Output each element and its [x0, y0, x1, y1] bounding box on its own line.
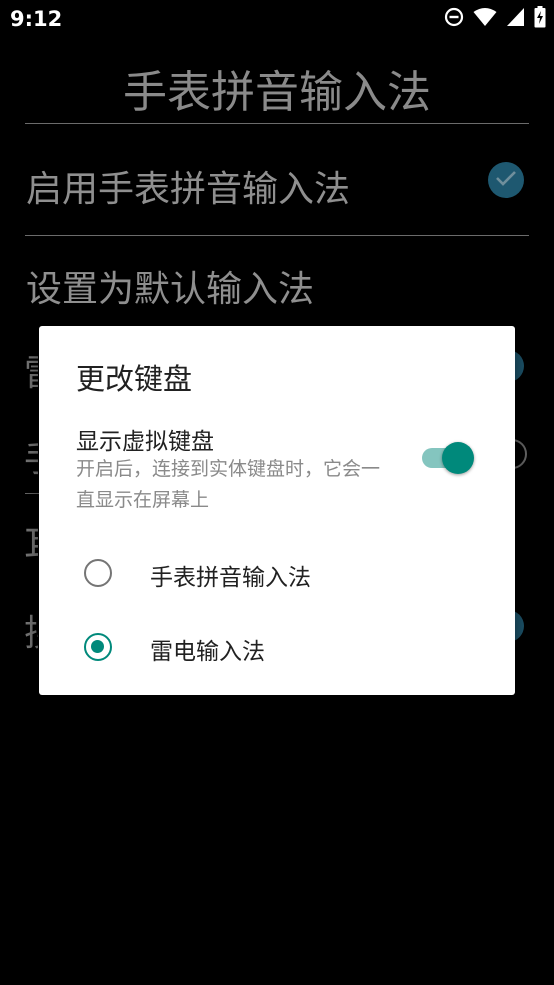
setting-set-default-label: 设置为默认输入法	[26, 269, 315, 310]
status-bar: 9:12	[0, 0, 554, 38]
hidden-setting-row: 雷	[24, 344, 38, 396]
virtual-keyboard-label: 显示虚拟键盘	[76, 429, 214, 455]
do-not-disturb-icon	[444, 7, 464, 31]
keyboard-option-leidian[interactable]: 雷电输入法	[39, 616, 515, 686]
setting-enable-ime-label: 启用手表拼音输入法	[26, 169, 351, 210]
status-icons	[444, 6, 546, 32]
cell-signal-icon	[506, 7, 525, 31]
status-time: 9:12	[10, 7, 63, 31]
enable-ime-checkbox[interactable]	[488, 162, 524, 198]
app-title: 手表拼音输入法	[123, 67, 431, 118]
hidden-setting-row: 手	[24, 430, 38, 482]
checkmark-icon	[495, 169, 517, 191]
radio-button-checked[interactable]	[84, 633, 112, 661]
setting-enable-ime[interactable]: 启用手表拼音输入法	[26, 160, 350, 212]
hidden-setting-row: 耳	[24, 516, 38, 568]
keyboard-option-watch-pinyin[interactable]: 手表拼音输入法	[39, 542, 515, 612]
radio-button-unchecked[interactable]	[84, 559, 112, 587]
keyboard-option-label: 雷电输入法	[150, 639, 265, 665]
divider	[25, 123, 529, 124]
virtual-keyboard-description: 开启后，连接到实体键盘时，它会一直显示在屏幕上	[76, 458, 381, 511]
setting-set-default[interactable]: 设置为默认输入法	[26, 260, 314, 312]
change-keyboard-dialog: 更改键盘 显示虚拟键盘 开启后，连接到实体键盘时，它会一直显示在屏幕上 手表拼音…	[39, 326, 515, 695]
radio-dot	[91, 640, 104, 653]
toggle-thumb	[442, 442, 474, 474]
virtual-keyboard-toggle[interactable]	[420, 441, 476, 475]
keyboard-option-label: 手表拼音输入法	[150, 565, 311, 591]
screen: 9:12 手表拼音输入法 启用手表拼音输入法 设置为默认输入法 更改键盘 显示虚…	[0, 0, 554, 985]
divider	[25, 235, 529, 236]
wifi-icon	[473, 7, 497, 31]
battery-charging-icon	[534, 6, 546, 32]
hidden-setting-row: 搜	[24, 604, 38, 656]
dialog-title: 更改键盘	[76, 362, 193, 396]
divider	[25, 493, 39, 494]
